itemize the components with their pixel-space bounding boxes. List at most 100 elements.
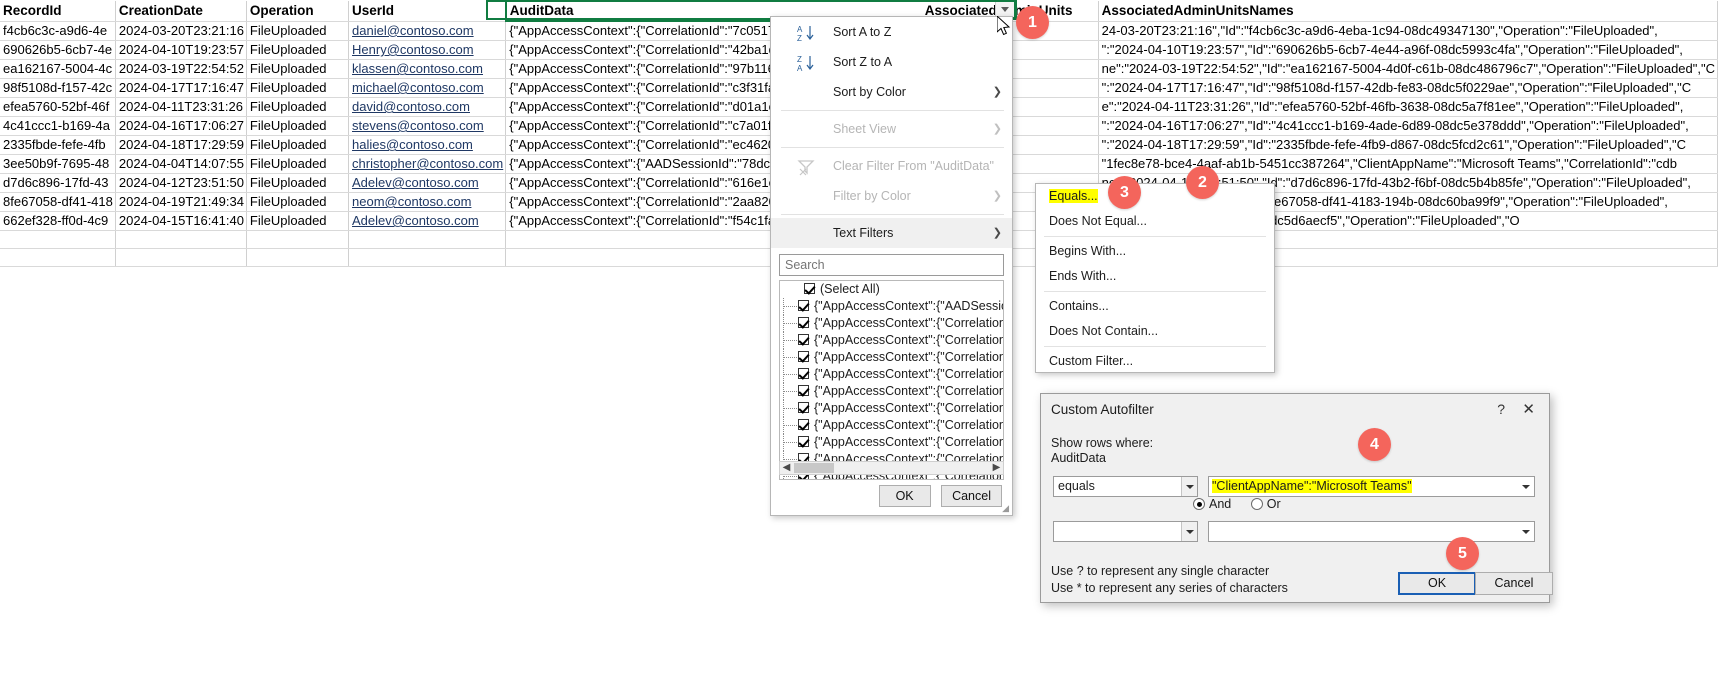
cell-userid[interactable]: Adelev@contoso.com	[349, 174, 506, 193]
cell-operation[interactable]: FileUploaded	[246, 155, 348, 174]
cell-recordid[interactable]: 4c41ccc1-b169-4a	[0, 117, 115, 136]
cell-creationdate[interactable]: 2024-04-10T19:23:57	[115, 41, 246, 60]
cell-creationdate[interactable]: 2024-04-15T16:41:40	[115, 212, 246, 231]
cell-userid[interactable]: david@contoso.com	[349, 98, 506, 117]
cell-operation[interactable]: FileUploaded	[246, 212, 348, 231]
filter-menu-item-sort-z-to-a[interactable]: ZASort Z to A	[771, 47, 1012, 77]
col-header-userid[interactable]: UserId	[349, 1, 506, 21]
filter-menu-item-sort-a-to-z[interactable]: AZSort A to Z	[771, 17, 1012, 47]
filter-checklist-item[interactable]: {"AppAccessContext":{"CorrelationId	[780, 383, 1003, 400]
cell-associatedadminunitsnames[interactable]: ":"2024-04-17T17:16:47","Id":"98f5108d-f…	[1098, 79, 1717, 98]
filter-menu-item-sort-by-color[interactable]: Sort by Color❯	[771, 77, 1012, 107]
cell-associatedadminunitsnames[interactable]: ne":"2024-03-19T22:54:52","Id":"ea162167…	[1098, 60, 1717, 79]
cell-creationdate[interactable]: 2024-04-19T21:49:34	[115, 193, 246, 212]
userid-link[interactable]: michael@contoso.com	[352, 80, 484, 95]
text-filter-does-not-contain[interactable]: Does Not Contain...	[1036, 319, 1274, 344]
checkbox-checked-icon[interactable]	[798, 351, 809, 362]
help-icon[interactable]: ?	[1497, 401, 1505, 417]
and-radio-option[interactable]: And	[1193, 497, 1251, 511]
userid-link[interactable]: Adelev@contoso.com	[352, 213, 479, 228]
userid-link[interactable]: daniel@contoso.com	[352, 23, 474, 38]
col-header-associatedadminunitsnames[interactable]: AssociatedAdminUnitsNames	[1098, 1, 1717, 21]
userid-link[interactable]: stevens@contoso.com	[352, 118, 484, 133]
userid-link[interactable]: neom@contoso.com	[352, 194, 471, 209]
cell-recordid[interactable]: 3ee50b9f-7695-48	[0, 155, 115, 174]
userid-link[interactable]: Henry@contoso.com	[352, 42, 474, 57]
filter-checklist-item[interactable]: {"AppAccessContext":{"CorrelationId	[780, 315, 1003, 332]
cell-associatedadminunitsnames[interactable]: 24-03-20T23:21:16","Id":"f4cb6c3c-a9d6-4…	[1098, 21, 1717, 41]
filter-search-input[interactable]	[779, 254, 1004, 276]
userid-link[interactable]: david@contoso.com	[352, 99, 470, 114]
empty-cell[interactable]	[349, 249, 506, 267]
cell-associatedadminunitsnames[interactable]: ":"2024-04-18T17:29:59","Id":"2335fbde-f…	[1098, 136, 1717, 155]
chevron-down-icon[interactable]	[1181, 477, 1197, 496]
cell-userid[interactable]: daniel@contoso.com	[349, 21, 506, 41]
text-filter-contains[interactable]: Contains...	[1036, 294, 1274, 319]
cell-operation[interactable]: FileUploaded	[246, 41, 348, 60]
text-filter-does-not-equal[interactable]: Does Not Equal...	[1036, 209, 1274, 234]
cell-recordid[interactable]: f4cb6c3c-a9d6-4e	[0, 21, 115, 41]
cell-userid[interactable]: halies@contoso.com	[349, 136, 506, 155]
empty-cell[interactable]	[349, 231, 506, 249]
checkbox-checked-icon[interactable]	[798, 402, 809, 413]
cell-creationdate[interactable]: 2024-04-04T14:07:55	[115, 155, 246, 174]
text-filter-ends-with[interactable]: Ends With...	[1036, 264, 1274, 289]
userid-link[interactable]: halies@contoso.com	[352, 137, 473, 152]
cell-userid[interactable]: Henry@contoso.com	[349, 41, 506, 60]
filter-ok-button[interactable]: OK	[879, 485, 931, 507]
filter-checklist-item[interactable]: {"AppAccessContext":{"CorrelationId	[780, 349, 1003, 366]
scroll-right-arrow-icon[interactable]: ▶	[990, 462, 1003, 474]
filter-checklist-select-all[interactable]: (Select All)	[780, 281, 1003, 298]
condition-value-input-2[interactable]	[1208, 521, 1535, 542]
cell-operation[interactable]: FileUploaded	[246, 174, 348, 193]
empty-cell[interactable]	[115, 231, 246, 249]
empty-cell[interactable]	[246, 231, 348, 249]
filter-list-horizontal-scrollbar[interactable]: ◀ ▶	[779, 461, 1004, 475]
cell-operation[interactable]: FileUploaded	[246, 21, 348, 41]
dialog-cancel-button[interactable]: Cancel	[1475, 572, 1553, 595]
filter-cancel-button[interactable]: Cancel	[941, 485, 1002, 507]
cell-creationdate[interactable]: 2024-04-11T23:31:26	[115, 98, 246, 117]
empty-cell[interactable]	[115, 249, 246, 267]
checkbox-checked-icon[interactable]	[798, 436, 809, 447]
cell-creationdate[interactable]: 2024-03-19T22:54:52	[115, 60, 246, 79]
filter-menu-item-text-filters[interactable]: Text Filters❯	[771, 218, 1012, 248]
dialog-ok-button[interactable]: OK	[1398, 572, 1476, 595]
cell-operation[interactable]: FileUploaded	[246, 98, 348, 117]
filter-checklist-item[interactable]: {"AppAccessContext":{"CorrelationId	[780, 434, 1003, 451]
text-filter-equals[interactable]: Equals...	[1036, 184, 1274, 209]
cell-creationdate[interactable]: 2024-03-20T23:21:16	[115, 21, 246, 41]
filter-checklist-item[interactable]: {"AppAccessContext":{"CorrelationId	[780, 332, 1003, 349]
cell-creationdate[interactable]: 2024-04-16T17:06:27	[115, 117, 246, 136]
cell-associatedadminunitsnames[interactable]: ":"2024-04-16T17:06:27","Id":"4c41ccc1-b…	[1098, 117, 1717, 136]
cell-operation[interactable]: FileUploaded	[246, 117, 348, 136]
empty-cell[interactable]	[0, 249, 115, 267]
cell-userid[interactable]: klassen@contoso.com	[349, 60, 506, 79]
filter-value-checklist[interactable]: (Select All){"AppAccessContext":{"AADSes…	[779, 280, 1004, 480]
userid-link[interactable]: Adelev@contoso.com	[352, 175, 479, 190]
cell-operation[interactable]: FileUploaded	[246, 193, 348, 212]
radio-and-icon[interactable]	[1193, 498, 1205, 510]
condition-value-input-1[interactable]: "ClientAppName":"Microsoft Teams"	[1208, 476, 1535, 497]
text-filter-custom-filter[interactable]: Custom Filter...	[1036, 349, 1274, 374]
checkbox-checked-icon[interactable]	[798, 334, 809, 345]
or-radio-option[interactable]: Or	[1251, 497, 1297, 511]
userid-link[interactable]: christopher@contoso.com	[352, 156, 503, 171]
scrollbar-thumb[interactable]	[794, 463, 834, 473]
cell-userid[interactable]: christopher@contoso.com	[349, 155, 506, 174]
filter-checklist-item[interactable]: {"AppAccessContext":{"CorrelationId	[780, 366, 1003, 383]
cell-recordid[interactable]: 8fe67058-df41-418	[0, 193, 115, 212]
filter-checklist-item[interactable]: {"AppAccessContext":{"AADSessionId	[780, 298, 1003, 315]
cell-associatedadminunitsnames[interactable]: e":"2024-04-11T23:31:26","Id":"efea5760-…	[1098, 98, 1717, 117]
empty-cell[interactable]	[246, 249, 348, 267]
cell-recordid[interactable]: 662ef328-ff0d-4c9	[0, 212, 115, 231]
checkbox-checked-icon[interactable]	[798, 385, 809, 396]
checkbox-checked-icon[interactable]	[798, 368, 809, 379]
cell-recordid[interactable]: efea5760-52bf-46f	[0, 98, 115, 117]
cell-operation[interactable]: FileUploaded	[246, 60, 348, 79]
text-filter-begins-with[interactable]: Begins With...	[1036, 239, 1274, 264]
col-header-creationdate[interactable]: CreationDate	[115, 1, 246, 21]
cell-recordid[interactable]: 98f5108d-f157-42c	[0, 79, 115, 98]
condition-operator-select-1[interactable]: equals	[1053, 476, 1198, 497]
chevron-down-icon[interactable]	[1518, 522, 1534, 541]
